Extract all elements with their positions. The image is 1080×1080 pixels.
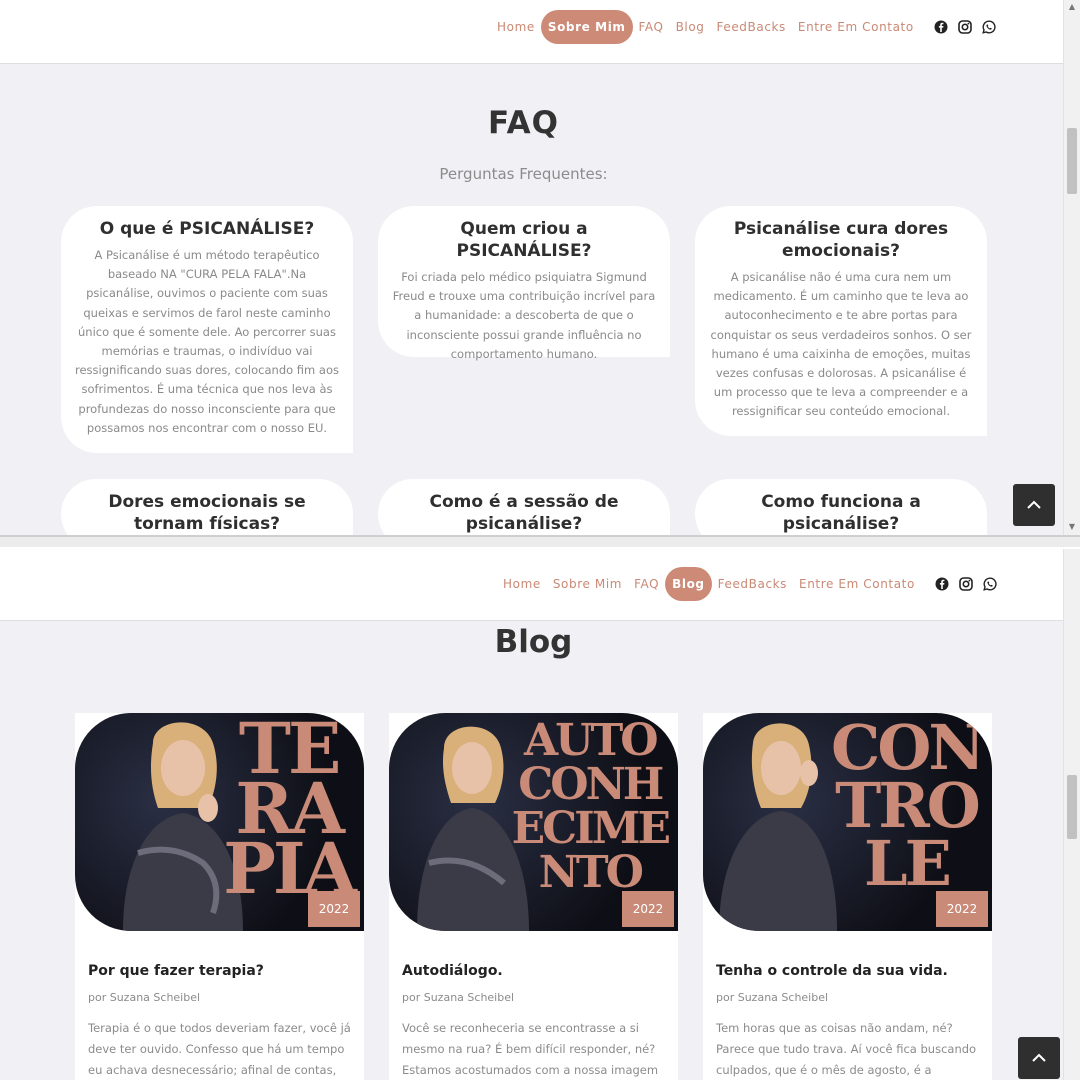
excerpt-line: Você se reconheceria se encontrasse a si xyxy=(402,1021,639,1035)
main-nav: Home Sobre Mim FAQ Blog FeedBacks Entre … xyxy=(497,567,1007,601)
poster-line: PIA xyxy=(223,827,357,910)
faq-question: Psicanálise cura dores emocionais? xyxy=(733,219,949,261)
poster-line: NTO xyxy=(538,847,644,898)
blog-post-author: por Suzana Scheibel xyxy=(716,991,829,1004)
page-scrollbar[interactable]: ▲ ▼ xyxy=(1063,0,1080,538)
excerpt-line: Parece que tudo trava. Aí você fica busc… xyxy=(716,1042,977,1056)
faq-card: Como funciona a psicanálise? xyxy=(695,479,987,538)
nav-sobre-mim[interactable]: Sobre Mim xyxy=(547,567,628,601)
facebook-icon[interactable] xyxy=(935,577,949,591)
faq-card: Quem criou a PSICANÁLISE? Foi criada pel… xyxy=(378,206,670,361)
blog-post-card[interactable]: CON TRO LE 2022 Tenha o controle da sua … xyxy=(703,713,992,1080)
faq-answer: Foi criada pelo médico psiquiatra Sigmun… xyxy=(392,270,656,361)
screenshot-divider xyxy=(0,535,1080,547)
faq-screenshot: Home Sobre Mim FAQ Blog FeedBacks Entre … xyxy=(0,0,1080,538)
nav-faq[interactable]: FAQ xyxy=(633,10,670,44)
nav-entre-em-contato[interactable]: Entre Em Contato xyxy=(793,567,921,601)
poster-line: AUTO xyxy=(524,715,659,766)
back-to-top-button[interactable] xyxy=(1018,1037,1060,1079)
poster-text: TE RA PIA xyxy=(223,714,357,910)
instagram-icon[interactable] xyxy=(958,20,972,34)
blog-post-image[interactable]: TE RA PIA 2022 xyxy=(75,713,364,931)
faq-question: Como é a sessão de psicanálise? xyxy=(429,492,619,534)
year-badge: 2022 xyxy=(622,891,674,927)
faq-question: O que é PSICANÁLISE? xyxy=(99,219,315,239)
nav-home[interactable]: Home xyxy=(491,10,541,44)
faq-card: Dores emocionais se tornam físicas? xyxy=(61,479,353,538)
portrait-illustration xyxy=(719,723,837,931)
nav-entre-em-contato[interactable]: Entre Em Contato xyxy=(792,10,920,44)
facebook-icon[interactable] xyxy=(934,20,948,34)
poster-line: CONH xyxy=(518,759,664,810)
nav-blog[interactable]: Blog xyxy=(670,10,711,44)
scroll-thumb[interactable] xyxy=(1067,775,1077,839)
blog-post-title[interactable]: Autodiálogo. xyxy=(402,963,678,979)
nav-feedbacks[interactable]: FeedBacks xyxy=(711,10,792,44)
excerpt-line: culpados, que é o mês de agosto, é a int… xyxy=(716,1063,932,1077)
blog-post-author: por Suzana Scheibel xyxy=(88,991,201,1004)
chevron-up-icon xyxy=(1027,500,1041,509)
blog-post-title[interactable]: Por que fazer terapia? xyxy=(88,963,364,979)
excerpt-line: Tem horas que as coisas não andam, né? xyxy=(716,1021,953,1035)
blog-screenshot: Blog TE RA PIA 2022 Por que fazer terapi… xyxy=(0,549,1080,1080)
instagram-icon[interactable] xyxy=(959,577,973,591)
scroll-down-arrow-icon[interactable]: ▼ xyxy=(1067,522,1077,532)
blog-post-card[interactable]: TE RA PIA 2022 Por que fazer terapia? po… xyxy=(75,713,364,1080)
excerpt-line: eu achava desnecessário; afinal de conta… xyxy=(88,1063,337,1077)
social-links xyxy=(935,577,1007,591)
poster-line: LE xyxy=(864,827,952,900)
excerpt-line: Estamos acostumados com a nossa imagem xyxy=(402,1063,659,1077)
back-to-top-button[interactable] xyxy=(1013,484,1055,526)
blog-post-image[interactable]: CON TRO LE 2022 xyxy=(703,713,992,931)
faq-question: Como funciona a psicanálise? xyxy=(761,492,921,534)
blog-post-title[interactable]: Tenha o controle da sua vida. xyxy=(716,963,992,979)
chevron-up-icon xyxy=(1032,1053,1046,1062)
excerpt-line: deve ter ouvido. Confesso que há um temp… xyxy=(88,1042,345,1056)
poster-text: CON TRO LE xyxy=(831,717,985,900)
nav-feedbacks[interactable]: FeedBacks xyxy=(712,567,793,601)
poster-text: AUTO CONH ECIME NTO xyxy=(511,715,671,898)
nav-faq[interactable]: FAQ xyxy=(628,567,665,601)
blog-post-excerpt: Terapia é o que todos deveriam fazer, vo… xyxy=(88,1018,352,1080)
year-badge: 2022 xyxy=(936,891,988,927)
faq-card: Como é a sessão de psicanálise? xyxy=(378,479,670,538)
main-nav: Home Sobre Mim FAQ Blog FeedBacks Entre … xyxy=(491,10,1006,44)
excerpt-line: Terapia é o que todos deveriam fazer, vo… xyxy=(88,1021,351,1035)
faq-answer: A psicanálise não é uma cura nem um medi… xyxy=(710,270,972,419)
excerpt-line: mesmo na rua? É bem difícil responder, n… xyxy=(402,1042,656,1056)
faq-question: Dores emocionais se tornam físicas? xyxy=(108,492,306,534)
faq-title: FAQ xyxy=(488,105,559,141)
year-badge: 2022 xyxy=(308,891,360,927)
nav-sobre-mim[interactable]: Sobre Mim xyxy=(540,10,633,44)
faq-subtitle: Perguntas Frequentes: xyxy=(439,165,608,183)
faq-card: O que é PSICANÁLISE? A Psicanálise é um … xyxy=(61,206,353,453)
whatsapp-icon[interactable] xyxy=(982,20,996,34)
nav-blog[interactable]: Blog xyxy=(665,567,712,601)
blog-post-card[interactable]: AUTO CONH ECIME NTO 2022 Autodiálogo. po… xyxy=(389,713,678,1080)
social-links xyxy=(934,20,1006,34)
poster-line: ECIME xyxy=(511,803,671,854)
nav-home[interactable]: Home xyxy=(497,567,547,601)
faq-card: Psicanálise cura dores emocionais? A psi… xyxy=(695,206,987,436)
whatsapp-icon[interactable] xyxy=(983,577,997,591)
blog-post-author: por Suzana Scheibel xyxy=(402,991,515,1004)
scroll-thumb[interactable] xyxy=(1067,128,1077,194)
scroll-up-arrow-icon[interactable]: ▲ xyxy=(1067,2,1077,12)
blog-post-image[interactable]: AUTO CONH ECIME NTO 2022 xyxy=(389,713,678,931)
blog-title: Blog xyxy=(494,624,573,660)
blog-post-excerpt: Tem horas que as coisas não andam, né? P… xyxy=(716,1018,980,1080)
blog-post-excerpt: Você se reconheceria se encontrasse a si… xyxy=(402,1018,666,1080)
faq-question: Quem criou a PSICANÁLISE? xyxy=(456,219,592,261)
page-scrollbar[interactable] xyxy=(1063,549,1080,1080)
faq-answer: A Psicanálise é um método terapêutico ba… xyxy=(75,248,339,435)
